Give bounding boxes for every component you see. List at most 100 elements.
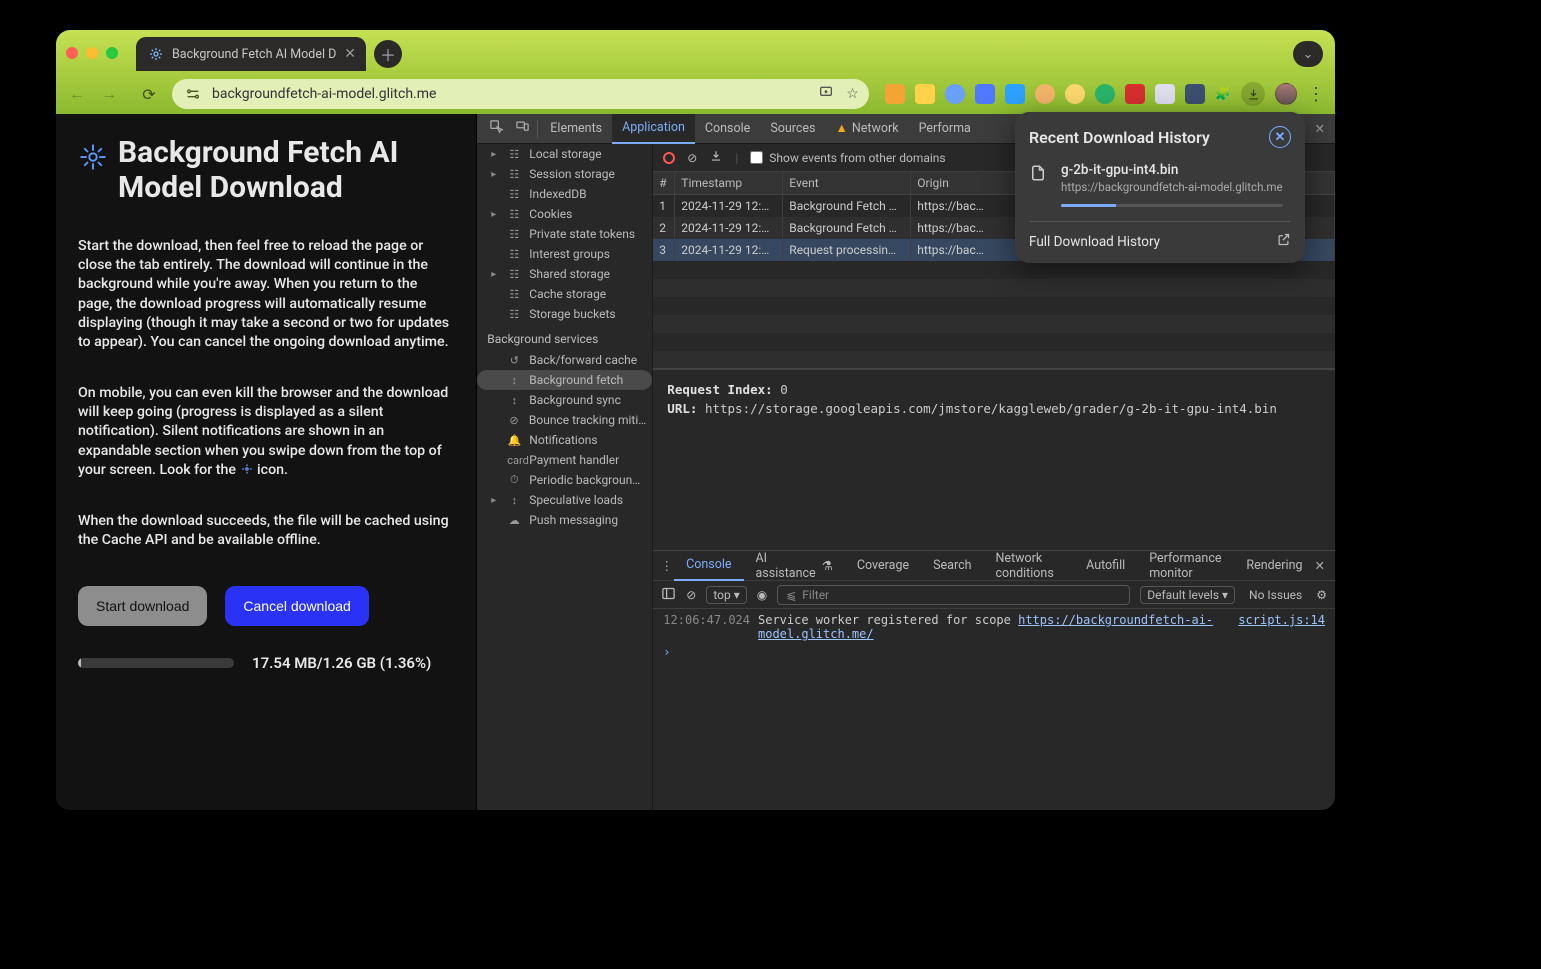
log-source-link[interactable]: script.js:14 — [1238, 613, 1325, 627]
extension-icon[interactable] — [1185, 84, 1205, 104]
extension-icon[interactable] — [1035, 84, 1055, 104]
minimize-window-icon[interactable] — [86, 47, 98, 59]
sidebar-item[interactable]: ☷Private state tokens — [477, 224, 652, 244]
sidebar-item[interactable]: ↺Back/forward cache — [477, 350, 652, 370]
application-sidebar[interactable]: ☷Local storage☷Session storage☷IndexedDB… — [477, 144, 653, 810]
devtools-tab-application[interactable]: Application — [612, 114, 695, 144]
sidebar-item[interactable]: ⊘Bounce tracking miti… — [477, 410, 652, 430]
sidebar-item-label: Background fetch — [529, 373, 623, 387]
extension-icon[interactable] — [1005, 84, 1025, 104]
bookmark-icon[interactable]: ☆ — [846, 86, 859, 102]
site-settings-icon[interactable] — [182, 86, 204, 102]
extension-icon[interactable] — [1125, 84, 1145, 104]
save-events-icon[interactable] — [709, 149, 723, 166]
service-icon: ⏱ — [507, 473, 521, 487]
page-favicon-icon — [148, 46, 164, 62]
devtools-tab-network[interactable]: ▲Network — [826, 114, 909, 144]
tab-overflow-button[interactable]: ⌄ — [1293, 41, 1323, 67]
devtools-tab-performance[interactable]: Performa — [909, 114, 981, 144]
nav-back-icon[interactable]: ← — [64, 84, 90, 104]
new-tab-button[interactable]: ＋ — [374, 40, 402, 68]
record-icon[interactable] — [663, 152, 675, 164]
page-title: Background Fetch AI Model Download — [118, 136, 454, 205]
devtools-tab-console[interactable]: Console — [695, 114, 760, 144]
sidebar-item[interactable]: ⏱Periodic backgroun… — [477, 470, 652, 490]
issues-indicator[interactable]: No Issues — [1249, 588, 1302, 602]
console-body[interactable]: 12:06:47.024 Service worker registered f… — [653, 609, 1335, 810]
cancel-download-button[interactable]: Cancel download — [225, 586, 368, 626]
full-history-link[interactable]: Full Download History — [1029, 234, 1160, 250]
drawer-tab-search[interactable]: Search — [921, 551, 983, 581]
window-controls[interactable] — [66, 47, 118, 59]
drawer-tab-ai[interactable]: AI assistance⚗ — [744, 551, 845, 581]
sidebar-item[interactable]: ↕Background fetch — [477, 370, 652, 390]
close-tab-icon[interactable]: ✕ — [344, 46, 356, 62]
clear-icon[interactable]: ⊘ — [687, 151, 697, 165]
sidebar-item[interactable]: ↕Background sync — [477, 390, 652, 410]
live-expression-icon[interactable]: ◉ — [757, 588, 767, 602]
sidebar-item-label: Payment handler — [529, 453, 619, 467]
install-app-icon[interactable] — [818, 84, 834, 104]
devtools-tab-elements[interactable]: Elements — [540, 114, 612, 144]
sidebar-item[interactable]: ☷Local storage — [477, 144, 652, 164]
sidebar-item[interactable]: cardPayment handler — [477, 450, 652, 470]
sidebar-item[interactable]: ☷IndexedDB — [477, 184, 652, 204]
reload-icon[interactable]: ⟳ — [136, 85, 162, 104]
sidebar-item[interactable]: ☷Cookies — [477, 204, 652, 224]
clear-console-icon[interactable]: ⊘ — [686, 588, 696, 602]
inspect-element-icon[interactable] — [483, 119, 509, 138]
drawer-tab-console[interactable]: Console — [674, 551, 743, 581]
console-prompt[interactable]: › — [663, 645, 1325, 659]
sidebar-item[interactable]: ☷Interest groups — [477, 244, 652, 264]
drawer-tab-autofill[interactable]: Autofill — [1074, 551, 1137, 581]
drawer-kebab-icon[interactable]: ⋮ — [659, 558, 674, 574]
sidebar-item-label: Push messaging — [529, 513, 618, 527]
extension-icon[interactable] — [1095, 84, 1115, 104]
drawer-tab-rendering[interactable]: Rendering — [1234, 551, 1314, 581]
close-window-icon[interactable] — [66, 47, 78, 59]
popup-close-icon[interactable]: ✕ — [1269, 126, 1291, 148]
open-external-icon[interactable] — [1276, 232, 1291, 251]
drawer-tab-netcond[interactable]: Network conditions — [984, 551, 1075, 581]
sidebar-item[interactable]: ☷Shared storage — [477, 264, 652, 284]
extension-icon[interactable] — [885, 84, 905, 104]
drawer-tab-coverage[interactable]: Coverage — [845, 551, 921, 581]
downloads-icon[interactable] — [1241, 82, 1265, 106]
console-settings-icon[interactable]: ⚙ — [1316, 588, 1327, 602]
profile-avatar[interactable] — [1275, 83, 1297, 105]
log-levels-selector[interactable]: Default levels ▾ — [1140, 586, 1235, 604]
url-text: backgroundfetch-ai-model.glitch.me — [212, 86, 436, 102]
nav-forward-icon[interactable]: → — [96, 84, 122, 104]
extensions-menu-icon[interactable]: 🧩 — [1215, 87, 1231, 102]
console-filter-input[interactable]: ⫹ Filter — [777, 585, 1130, 605]
service-icon: ⊘ — [507, 414, 521, 427]
event-detail-url[interactable]: https://storage.googleapis.com/jmstore/k… — [705, 401, 1277, 416]
start-download-button[interactable]: Start download — [78, 586, 207, 626]
sidebar-item[interactable]: ☁Push messaging — [477, 510, 652, 530]
download-history-popup: Recent Download History ✕ g-2b-it-gpu-in… — [1015, 112, 1305, 263]
console-sidebar-toggle-icon[interactable] — [661, 586, 676, 604]
sidebar-item[interactable]: ☷Storage buckets — [477, 304, 652, 324]
drawer-tab-perfmon[interactable]: Performance monitor — [1137, 551, 1234, 581]
address-bar[interactable]: backgroundfetch-ai-model.glitch.me ☆ — [172, 79, 869, 109]
zoom-window-icon[interactable] — [106, 47, 118, 59]
sidebar-item[interactable]: ☷Cache storage — [477, 284, 652, 304]
device-toolbar-icon[interactable] — [509, 119, 535, 138]
devtools-close-icon[interactable]: ✕ — [1315, 121, 1325, 137]
extension-icon[interactable] — [1155, 84, 1175, 104]
extension-icon[interactable] — [975, 84, 995, 104]
sidebar-item[interactable]: 🔔Notifications — [477, 430, 652, 450]
browser-menu-icon[interactable]: ⋮ — [1307, 84, 1325, 105]
drawer-close-icon[interactable]: ✕ — [1315, 558, 1335, 574]
context-selector[interactable]: top ▾ — [706, 586, 746, 604]
download-item[interactable]: g-2b-it-gpu-int4.bin https://backgroundf… — [1029, 162, 1291, 207]
chevron-right-icon — [491, 495, 499, 506]
browser-tab[interactable]: Background Fetch AI Model D ✕ — [136, 37, 366, 71]
extension-icon[interactable] — [915, 84, 935, 104]
show-other-domains-checkbox[interactable]: Show events from other domains — [750, 151, 945, 165]
sidebar-item[interactable]: ☷Session storage — [477, 164, 652, 184]
extension-icon[interactable] — [945, 84, 965, 104]
extension-icon[interactable] — [1065, 84, 1085, 104]
devtools-tab-sources[interactable]: Sources — [760, 114, 825, 144]
sidebar-item[interactable]: ↕Speculative loads — [477, 490, 652, 510]
